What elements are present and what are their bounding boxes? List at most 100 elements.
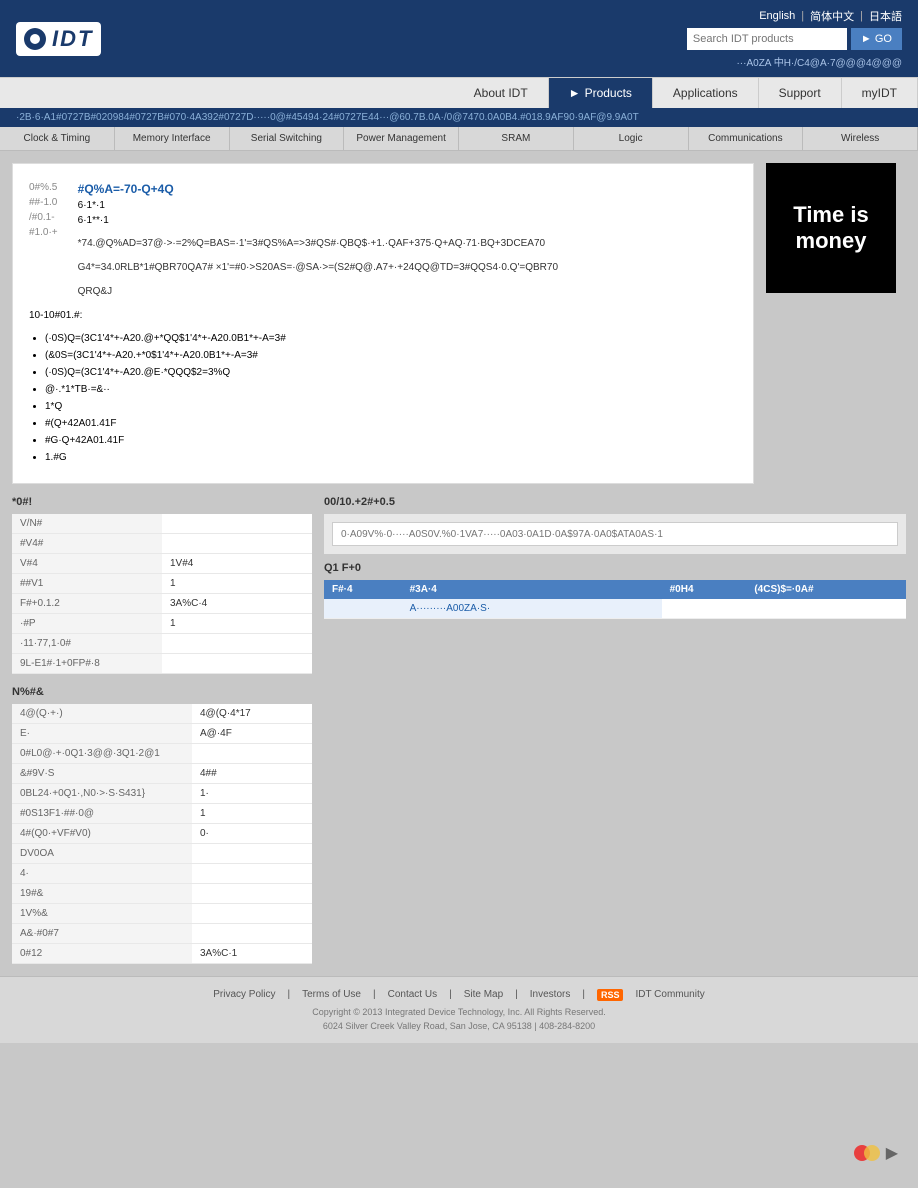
- cat-clock[interactable]: Clock & Timing: [0, 127, 115, 150]
- result-part[interactable]: [324, 599, 402, 619]
- meta-line2: ##-1.0: [29, 195, 58, 210]
- ad-banner[interactable]: Time is money: [766, 163, 896, 293]
- field-value: 4##: [192, 764, 312, 784]
- table-header-row: F#·4 #3A·4 #0H4 (4CS)$=·0A#: [324, 580, 906, 599]
- cat-memory[interactable]: Memory Interface: [115, 127, 230, 150]
- account-link[interactable]: ···A0ZA 中H·/C4@A·7@@@4@@@: [736, 54, 902, 69]
- main-content: 0#%.5 ##-1.0 /#0.1- #1.0·+ #Q%A=-70-Q+4Q…: [0, 151, 918, 496]
- table-row: #0S13F1·##·0@ 1: [12, 804, 312, 824]
- cat-sram[interactable]: SRAM: [459, 127, 574, 150]
- table-row: ·#P 1: [12, 614, 312, 634]
- list-title: 10-10#01.#:: [29, 308, 737, 323]
- table-row: DV0OA: [12, 844, 312, 864]
- nav-myidt[interactable]: myIDT: [842, 78, 918, 108]
- field-value: [162, 534, 312, 554]
- field-value: 1·: [192, 784, 312, 804]
- field-value: 1: [162, 574, 312, 594]
- field-label: 4·: [12, 864, 192, 884]
- field-label: 0#L0@·+·0Q1·3@@·3Q1·2@1: [12, 744, 192, 764]
- col-header: #0H4: [662, 580, 747, 599]
- table-row: 9L-E1#·1+0FP#·8: [12, 654, 312, 674]
- field-value: [192, 844, 312, 864]
- lang-english[interactable]: English: [759, 10, 795, 22]
- lang-japanese[interactable]: 日本語: [869, 8, 902, 24]
- footer: Privacy Policy | Terms of Use | Contact …: [0, 976, 918, 1043]
- results-title: Q1 F+0: [324, 562, 906, 574]
- product-search-input[interactable]: [332, 522, 898, 546]
- table-row: ·11·77,1·0#: [12, 634, 312, 654]
- lang-chinese[interactable]: 简体中文: [810, 8, 854, 24]
- header: IDT English | 简体中文 | 日本語 ► GO ···A0ZA 中H…: [0, 0, 918, 77]
- logo-area: IDT: [16, 22, 101, 56]
- table-row: V/N#: [12, 514, 312, 534]
- search-title: 00/10.+2#+0.5: [324, 496, 906, 508]
- field-label: ·#P: [12, 614, 162, 634]
- order-section: *0#! V/N# #V4# V#4 1V#4 ##V1 1 F#+0.1.2 …: [12, 496, 312, 674]
- field-label: V#4: [12, 554, 162, 574]
- category-nav: Clock & Timing Memory Interface Serial S…: [0, 127, 918, 151]
- product-title[interactable]: #Q%A=-70-Q+4Q: [78, 180, 558, 198]
- go-button[interactable]: ► GO: [851, 28, 902, 50]
- product-header: 0#%.5 ##-1.0 /#0.1- #1.0·+ #Q%A=-70-Q+4Q…: [29, 180, 737, 300]
- nav-about[interactable]: About IDT: [454, 78, 549, 108]
- widget-arrow-icon[interactable]: ▶: [886, 1143, 898, 1163]
- col-header: (4CS)$=·0A#: [746, 580, 906, 599]
- table-row: 1V%&: [12, 904, 312, 924]
- table-row: #V4#: [12, 534, 312, 554]
- field-label: 4@(Q·+·): [12, 704, 192, 724]
- lang-bar: English | 简体中文 | 日本語: [759, 8, 902, 24]
- footer-privacy[interactable]: Privacy Policy: [213, 989, 275, 1001]
- order-title: *0#!: [12, 496, 312, 508]
- result-pkg: [662, 599, 747, 619]
- product-desc2: G4*=34.0RLB*1#QBR70QA7# ×1'=#0·>S20AS=·@…: [78, 260, 558, 276]
- go-arrow-icon: ►: [861, 33, 872, 45]
- field-label: ·11·77,1·0#: [12, 634, 162, 654]
- product-box: 0#%.5 ##-1.0 /#0.1- #1.0·+ #Q%A=-70-Q+4Q…: [12, 163, 754, 484]
- logo-circle-icon: [24, 28, 46, 50]
- col-header: #3A·4: [402, 580, 662, 599]
- logo-text: IDT: [52, 26, 93, 52]
- footer-contact[interactable]: Contact Us: [388, 989, 437, 1001]
- cat-logic[interactable]: Logic: [574, 127, 689, 150]
- nav-products[interactable]: ► Products: [549, 78, 653, 108]
- cat-comms[interactable]: Communications: [689, 127, 804, 150]
- product-desc3: QRQ&J: [78, 284, 558, 300]
- nav-applications[interactable]: Applications: [653, 78, 759, 108]
- cat-serial[interactable]: Serial Switching: [230, 127, 345, 150]
- rss-badge[interactable]: RSS: [597, 989, 624, 1001]
- field-value: [192, 884, 312, 904]
- logo-box: IDT: [16, 22, 101, 56]
- footer-address: 6024 Silver Creek Valley Road, San Jose,…: [16, 1021, 902, 1031]
- list-item: #(Q+42A01.41F: [45, 416, 737, 431]
- field-label: 1V%&: [12, 904, 192, 924]
- footer-terms[interactable]: Terms of Use: [302, 989, 361, 1001]
- table-row: 0#L0@·+·0Q1·3@@·3Q1·2@1: [12, 744, 312, 764]
- footer-links: Privacy Policy | Terms of Use | Contact …: [16, 989, 902, 1001]
- table-row: 4·: [12, 864, 312, 884]
- nav-support[interactable]: Support: [759, 78, 842, 108]
- table-row: F#+0.1.2 3A%C·4: [12, 594, 312, 614]
- order-table: V/N# #V4# V#4 1V#4 ##V1 1 F#+0.1.2 3A%C·…: [12, 514, 312, 674]
- product-meta: 0#%.5 ##-1.0 /#0.1- #1.0·+: [29, 180, 58, 300]
- field-value: [162, 634, 312, 654]
- lower-area: *0#! V/N# #V4# V#4 1V#4 ##V1 1 F#+0.1.2 …: [0, 496, 918, 686]
- cat-power[interactable]: Power Management: [344, 127, 459, 150]
- result-price: [746, 599, 906, 619]
- field-value: A@·4F: [192, 724, 312, 744]
- field-value: [162, 514, 312, 534]
- footer-sitemap[interactable]: Site Map: [464, 989, 503, 1001]
- field-value: [162, 654, 312, 674]
- field-value: 1: [162, 614, 312, 634]
- table-row: 4#(Q0·+VF#V0) 0·: [12, 824, 312, 844]
- table-row: A&·#0#7: [12, 924, 312, 944]
- field-label: ##V1: [12, 574, 162, 594]
- field-value: 3A%C·1: [192, 944, 312, 964]
- search-input[interactable]: [687, 28, 847, 50]
- table-row: 0BL24·+0Q1·,N0·>·S·S431} 1·: [12, 784, 312, 804]
- table-row: &#9V·S 4##: [12, 764, 312, 784]
- list-item: (·0S)Q=(3C1'4*+-A20.@E·*QQQ$2=3%Q: [45, 365, 737, 380]
- cat-wireless[interactable]: Wireless: [803, 127, 918, 150]
- results-table: F#·4 #3A·4 #0H4 (4CS)$=·0A# A·········A0…: [324, 580, 906, 619]
- footer-investors[interactable]: Investors: [530, 989, 571, 1001]
- footer-community[interactable]: IDT Community: [635, 989, 704, 1001]
